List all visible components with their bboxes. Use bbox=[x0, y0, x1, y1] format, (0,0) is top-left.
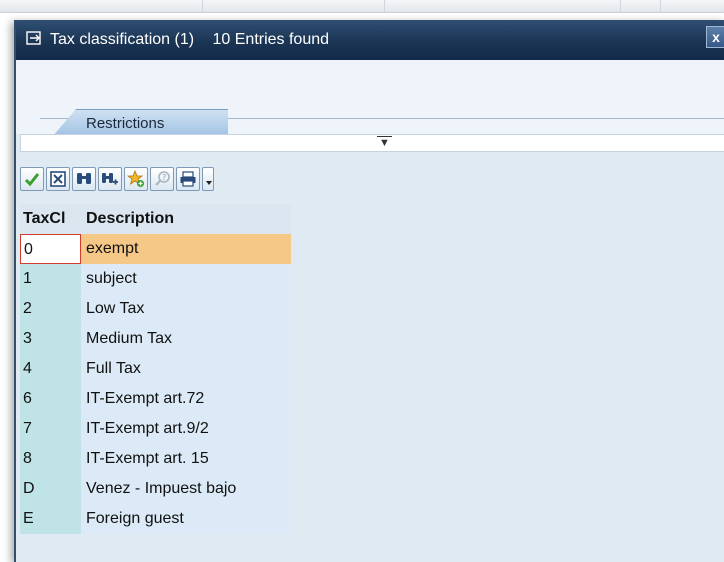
column-header-description[interactable]: Description bbox=[86, 204, 286, 234]
cell-description[interactable]: subject bbox=[81, 264, 291, 294]
background-divider bbox=[202, 0, 203, 12]
tab-strip: Restrictions bbox=[16, 60, 724, 137]
dialog-title-bar[interactable]: Tax classification (1) 10 Entries found … bbox=[16, 20, 724, 60]
entries-found-count: 10 Entries found bbox=[212, 31, 330, 48]
checkmark-icon bbox=[24, 173, 40, 187]
cell-tax-code[interactable]: 3 bbox=[20, 324, 81, 354]
print-button[interactable] bbox=[176, 167, 200, 191]
confirm-button[interactable] bbox=[20, 167, 44, 191]
column-header-taxcl[interactable]: TaxCl bbox=[23, 204, 81, 234]
cell-tax-code[interactable]: D bbox=[20, 474, 81, 504]
cell-description[interactable]: Venez - Impuest bajo bbox=[81, 474, 291, 504]
collapse-triangle-icon: ▼ bbox=[377, 136, 392, 149]
cell-description[interactable]: Full Tax bbox=[81, 354, 291, 384]
favorite-add-icon bbox=[127, 170, 144, 187]
result-toolbar: ? bbox=[20, 166, 350, 192]
print-icon bbox=[180, 171, 196, 187]
cell-description[interactable]: IT-Exempt art.72 bbox=[81, 384, 291, 414]
tab-restrictions[interactable]: Restrictions bbox=[52, 109, 228, 137]
dialog-title-label: Tax classification (1) bbox=[50, 31, 195, 48]
cell-description[interactable]: Foreign guest bbox=[81, 504, 291, 534]
svg-text:?: ? bbox=[162, 173, 166, 182]
window-menu-icon[interactable] bbox=[26, 30, 42, 46]
find-icon bbox=[77, 173, 91, 184]
cell-tax-code[interactable]: 1 bbox=[20, 264, 81, 294]
cell-description[interactable]: Low Tax bbox=[81, 294, 291, 324]
cell-tax-code[interactable]: 8 bbox=[20, 444, 81, 474]
search-help-dialog: Tax classification (1) 10 Entries found … bbox=[14, 20, 724, 562]
cell-tax-code[interactable]: 2 bbox=[20, 294, 81, 324]
table-header: TaxCl Description bbox=[20, 204, 291, 234]
cell-tax-code[interactable]: 0 bbox=[20, 234, 81, 264]
cell-tax-code[interactable]: 7 bbox=[20, 414, 81, 444]
cell-description[interactable]: exempt bbox=[81, 234, 291, 264]
help-button[interactable]: ? bbox=[150, 167, 174, 191]
cell-tax-code[interactable]: 6 bbox=[20, 384, 81, 414]
help-icon: ? bbox=[155, 171, 170, 186]
background-divider bbox=[384, 0, 385, 12]
cell-tax-code[interactable]: E bbox=[20, 504, 81, 534]
find-next-icon bbox=[102, 173, 118, 185]
cancel-button[interactable] bbox=[46, 167, 70, 191]
find-button[interactable] bbox=[72, 167, 96, 191]
find-next-button[interactable] bbox=[98, 167, 122, 191]
tab-restrictions-label: Restrictions bbox=[86, 115, 165, 132]
dialog-title: Tax classification (1) 10 Entries found bbox=[50, 30, 329, 50]
cell-tax-code[interactable]: 4 bbox=[20, 354, 81, 384]
background-divider bbox=[620, 0, 621, 12]
cell-description[interactable]: Medium Tax bbox=[81, 324, 291, 354]
print-options-dropdown[interactable] bbox=[202, 167, 214, 191]
background-divider bbox=[660, 0, 661, 12]
cell-description[interactable]: IT-Exempt art. 15 bbox=[81, 444, 291, 474]
cancel-icon bbox=[50, 171, 66, 187]
restrictions-toggle-bar[interactable]: ▼ bbox=[20, 134, 724, 152]
cell-description[interactable]: IT-Exempt art.9/2 bbox=[81, 414, 291, 444]
close-button[interactable]: x bbox=[706, 26, 724, 48]
background-window-strip bbox=[0, 0, 724, 13]
close-icon: x bbox=[712, 29, 720, 45]
add-favorite-button[interactable] bbox=[124, 167, 148, 191]
